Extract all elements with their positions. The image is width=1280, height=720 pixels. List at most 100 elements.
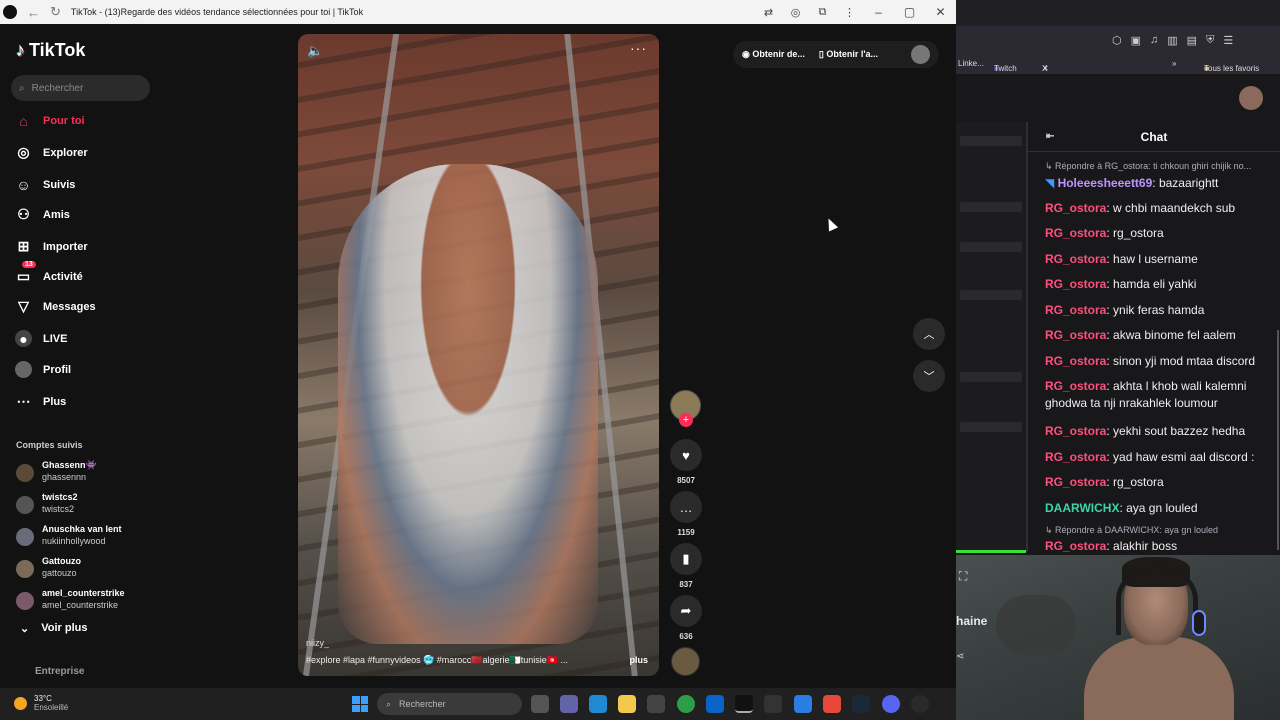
- chat-message: RG_ostora: akwa binome fel aalem: [1045, 328, 1236, 342]
- close-button[interactable]: ✕: [925, 5, 956, 19]
- chat-username[interactable]: DAARWICHX: [1045, 501, 1119, 515]
- avatar: [16, 560, 34, 578]
- wallet-icon[interactable]: ▤: [1187, 34, 1197, 47]
- chat-scrollbar[interactable]: [1277, 330, 1279, 550]
- chat-username[interactable]: Holeeesheeett69: [1058, 176, 1153, 190]
- comment-button[interactable]: …: [670, 491, 702, 523]
- save-button[interactable]: ▮: [670, 543, 702, 575]
- outlook-icon[interactable]: [706, 695, 724, 713]
- nav-item-pour-toi[interactable]: ⌂ Pour toi: [15, 112, 155, 129]
- chrome-icon[interactable]: [677, 695, 695, 713]
- chat-username[interactable]: RG_ostora: [1045, 450, 1106, 464]
- music-icon[interactable]: ♫: [1150, 34, 1158, 46]
- chat-username[interactable]: RG_ostora: [1045, 277, 1106, 291]
- account-handle: nukiinhollywood: [42, 536, 106, 546]
- reload-icon[interactable]: ↻: [50, 4, 61, 20]
- maximize-button[interactable]: ▢: [894, 5, 925, 19]
- vscode-icon[interactable]: [794, 695, 812, 713]
- edge-icon[interactable]: [589, 695, 607, 713]
- chat-username[interactable]: RG_ostora: [1045, 539, 1106, 553]
- nav-item-live[interactable]: ● LIVE: [15, 330, 155, 347]
- menu-icon[interactable]: ☰: [1223, 34, 1233, 47]
- steam-icon[interactable]: [852, 695, 870, 713]
- chat-username[interactable]: RG_ostora: [1045, 303, 1106, 317]
- tiktok-logo[interactable]: ♪ TikTok: [16, 40, 85, 61]
- minimize-button[interactable]: –: [863, 5, 894, 19]
- chat-username[interactable]: RG_ostora: [1045, 475, 1106, 489]
- chevron-right-icon[interactable]: »: [1172, 59, 1176, 68]
- see-more-button[interactable]: ⌄ Voir plus: [20, 622, 87, 635]
- chat-username[interactable]: RG_ostora: [1045, 201, 1106, 215]
- followed-account[interactable]: amel_counterstrike amel_counterstrike: [16, 588, 146, 614]
- screenshot-icon[interactable]: ▣: [1131, 34, 1141, 47]
- chat-message: RG_ostora: rg_ostora: [1045, 226, 1164, 240]
- follow-plus-icon[interactable]: +: [679, 413, 693, 427]
- music-disc-icon[interactable]: [671, 647, 700, 676]
- followed-account[interactable]: Anuschka van lent nukiinhollywood: [16, 524, 146, 550]
- file-explorer-icon[interactable]: [618, 695, 636, 713]
- windows-start-icon[interactable]: [352, 696, 368, 712]
- video-hashtags[interactable]: #explore #lapa #funnyvideos 🥶 #marocc🇲🇦a…: [306, 655, 606, 666]
- discord-icon[interactable]: [882, 695, 900, 713]
- channel-label: haine: [956, 614, 988, 628]
- chat-username[interactable]: RG_ostora: [1045, 328, 1106, 342]
- nav-item-amis[interactable]: ⚇ Amis: [15, 206, 155, 223]
- weather-widget[interactable]: 33°C Ensoleillé: [14, 694, 68, 712]
- chat-username[interactable]: RG_ostora: [1045, 226, 1106, 240]
- chat-username[interactable]: RG_ostora: [1045, 379, 1106, 393]
- more-options-icon[interactable]: ···: [630, 40, 647, 56]
- menu-dots-icon[interactable]: ⋮: [836, 6, 863, 19]
- caption-more-button[interactable]: plus: [629, 655, 648, 665]
- video-author[interactable]: niizy_: [306, 638, 329, 648]
- next-video-button[interactable]: ﹀: [913, 360, 945, 392]
- extension-icon[interactable]: ⬡: [1112, 34, 1122, 47]
- share-button[interactable]: ➦: [670, 595, 702, 627]
- account-handle: twistcs2: [42, 504, 75, 514]
- video-player[interactable]: 🔈 ··· niizy_ #explore #lapa #funnyvideos…: [298, 34, 659, 676]
- followed-account[interactable]: Gattouzo gattouzo: [16, 556, 146, 582]
- user-avatar[interactable]: [911, 45, 930, 64]
- get-app-button[interactable]: ▯ Obtenir l'a...: [819, 49, 878, 60]
- chat-username[interactable]: RG_ostora: [1045, 354, 1106, 368]
- brave-icon[interactable]: [823, 695, 841, 713]
- nav-item-explorer[interactable]: ◎ Explorer: [15, 144, 155, 161]
- store-icon[interactable]: [647, 695, 665, 713]
- shield-icon[interactable]: ⛨: [1206, 34, 1214, 47]
- enterprise-link[interactable]: Entreprise: [35, 666, 84, 677]
- like-button[interactable]: ♥: [670, 439, 702, 471]
- capcut-icon[interactable]: [764, 695, 782, 713]
- back-icon[interactable]: ←: [27, 5, 40, 20]
- window-title: TikTok - (13)Regarde des vidéos tendance…: [70, 7, 364, 17]
- share-icon[interactable]: ⋖: [956, 651, 964, 662]
- previous-video-button[interactable]: ︿: [913, 318, 945, 350]
- chat-message: RG_ostora: w chbi maandekch sub: [1045, 201, 1236, 215]
- sidebar-icon[interactable]: ▥: [1167, 34, 1177, 47]
- user-avatar[interactable]: [1239, 86, 1263, 110]
- chat-text: bazaarightt: [1158, 176, 1219, 190]
- obs-icon[interactable]: [911, 695, 929, 713]
- nav-item-plus[interactable]: ⋯ Plus: [15, 393, 155, 410]
- get-desktop-button[interactable]: ◉ Obtenir de...: [742, 49, 805, 60]
- translate-icon[interactable]: ⇄: [755, 6, 782, 19]
- task-view-icon[interactable]: [531, 695, 549, 713]
- extensions-icon[interactable]: ⧉: [809, 6, 836, 19]
- volume-icon[interactable]: 🔈: [307, 43, 323, 59]
- eye-off-icon[interactable]: ◎: [782, 6, 809, 19]
- teams-icon[interactable]: [560, 695, 578, 713]
- taskbar-search-input[interactable]: ⌕ Rechercher: [377, 693, 522, 715]
- chat-username[interactable]: RG_ostora: [1045, 252, 1106, 266]
- browser-toolbar: ⬡ ▣ ♫ ▥ ▤ ⛨ ☰: [956, 26, 1280, 54]
- bookmark-item[interactable]: Linke...: [958, 59, 984, 68]
- tiktok-app-icon[interactable]: [735, 695, 753, 713]
- followed-account[interactable]: Ghassenn👾 ghassennn: [16, 460, 146, 486]
- nav-item-messages[interactable]: ▽ Messages: [15, 298, 155, 315]
- nav-item-suivis[interactable]: ☺ Suivis: [15, 176, 155, 193]
- chat-username[interactable]: RG_ostora: [1045, 424, 1106, 438]
- followed-account[interactable]: twistcs2 twistcs2: [16, 492, 146, 518]
- collapse-chat-icon[interactable]: ⇤: [1046, 122, 1054, 152]
- search-input[interactable]: ⌕ Rechercher: [11, 75, 150, 101]
- nav-item-importer[interactable]: ⊞ Importer: [15, 238, 155, 255]
- nav-item-activite[interactable]: ▭ 13 Activité: [15, 261, 155, 285]
- fullscreen-icon[interactable]: ⛶: [959, 569, 967, 584]
- nav-item-profil[interactable]: Profil: [15, 361, 155, 378]
